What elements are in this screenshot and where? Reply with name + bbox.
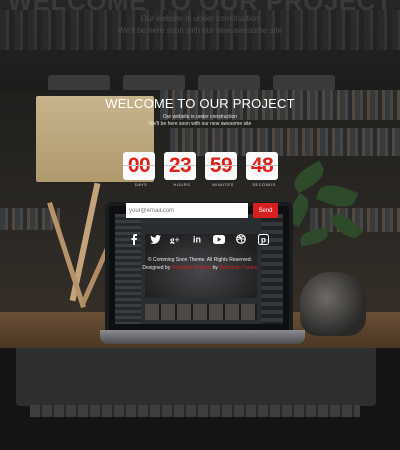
- svg-text:in: in: [193, 235, 201, 245]
- countdown-hours-box: 23: [164, 152, 196, 180]
- background-ghost-subtitle-1: Our website is under construction: [140, 14, 260, 23]
- facebook-icon[interactable]: [126, 232, 142, 246]
- background-ghost-subtitle-2: We'll be here soon with our new awesome …: [117, 26, 283, 35]
- countdown-minutes-value: 59: [209, 154, 233, 177]
- countdown-hours-value: 23: [168, 154, 192, 177]
- background-ghost-box: [273, 75, 335, 91]
- countdown-seconds: 48 SECONDS: [246, 152, 282, 187]
- laptop-base: [100, 330, 305, 344]
- countdown-days-box: 00: [123, 152, 155, 180]
- page-title: WELCOME TO OUR PROJECT: [105, 96, 295, 111]
- pinterest-icon[interactable]: p: [255, 232, 271, 246]
- social-links: g+ in p: [126, 232, 276, 248]
- youtube-icon[interactable]: [211, 232, 227, 246]
- footer-copyright: © Comming Soon Theme. All Rights Reserve…: [147, 257, 253, 263]
- countdown-days-value: 00: [127, 154, 151, 177]
- footer-author-link[interactable]: Bootstrap Theme: [219, 265, 257, 271]
- send-button[interactable]: Send: [253, 203, 278, 218]
- countdown-minutes-label: MINUTES: [212, 182, 234, 187]
- footer-designer-link[interactable]: Template Designs: [172, 265, 212, 271]
- countdown-days-label: DAYS: [134, 182, 148, 187]
- countdown-hours-label: HOURS: [173, 182, 191, 187]
- background-ghost-box: [48, 75, 110, 91]
- glass-jar: [300, 272, 366, 336]
- twitter-icon[interactable]: [147, 232, 163, 246]
- countdown-seconds-box: 48: [246, 152, 278, 180]
- footer-credits: Designed by Template Designs by Bootstra…: [0, 265, 400, 271]
- countdown-minutes: 59 MINUTES: [205, 152, 241, 187]
- subtitle-line-1: Our website is under construction: [162, 114, 238, 120]
- screen-filmstrip: [145, 304, 257, 320]
- laptop-screen: [105, 202, 293, 340]
- background-ghost-box: [198, 75, 260, 91]
- google-plus-icon[interactable]: g+: [168, 232, 184, 246]
- countdown-hours: 23 HOURS: [164, 152, 200, 187]
- countdown-timer: 00 DAYS 23 HOURS 59 MINUTES 48 SECONDS: [123, 152, 283, 192]
- svg-text:p: p: [261, 235, 266, 244]
- background-keyboard: [30, 405, 360, 417]
- subscribe-form: Send: [126, 203, 278, 218]
- background-laptop: [16, 346, 376, 406]
- background-ghost-box: [123, 75, 185, 91]
- dribbble-icon[interactable]: [233, 232, 249, 246]
- footer-designed-by: Designed by: [142, 265, 171, 271]
- footer-by: by: [212, 265, 218, 271]
- countdown-minutes-box: 59: [205, 152, 237, 180]
- countdown-days: 00 DAYS: [123, 152, 159, 187]
- svg-text:g+: g+: [170, 235, 180, 244]
- linkedin-icon[interactable]: in: [190, 232, 206, 246]
- countdown-seconds-value: 48: [250, 154, 274, 177]
- email-input[interactable]: [126, 203, 248, 218]
- countdown-seconds-label: SECONDS: [252, 182, 276, 187]
- plant-leaf: [298, 227, 330, 247]
- subtitle-line-2: We'll be here soon with our new awesome …: [148, 121, 252, 127]
